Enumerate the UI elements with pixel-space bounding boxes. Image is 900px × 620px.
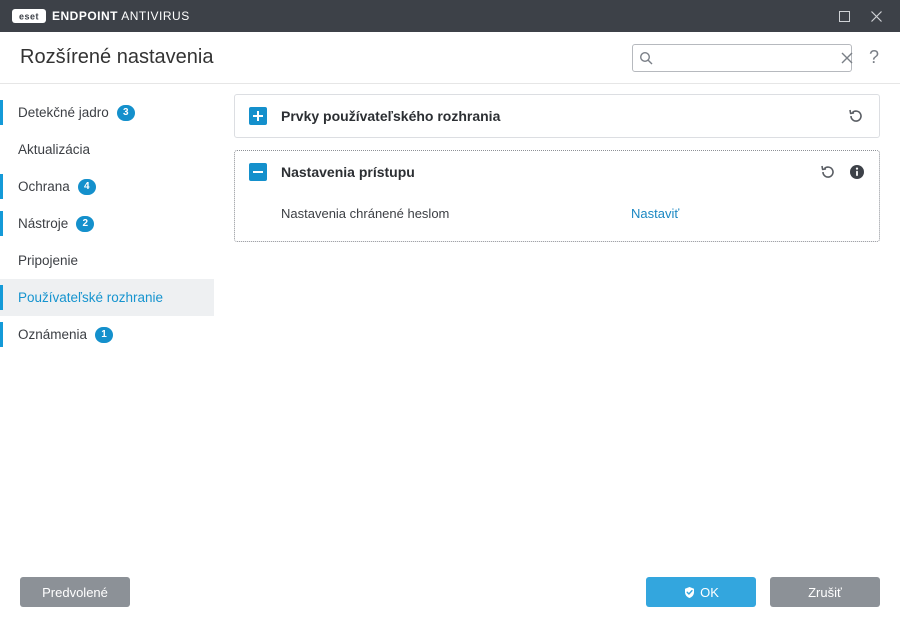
setting-action-link[interactable]: Nastaviť [631,206,679,221]
sidebar-item-user-interface[interactable]: Používateľské rozhranie [0,279,214,316]
sidebar-badge: 4 [78,179,96,195]
sidebar-item-connection[interactable]: Pripojenie [0,242,214,279]
sidebar-item-label: Nástroje [18,216,68,231]
sidebar-item-tools[interactable]: Nástroje 2 [0,205,214,242]
expand-icon [249,107,267,125]
default-button[interactable]: Predvolené [20,577,130,607]
search-input[interactable] [653,50,841,65]
sidebar-item-label: Aktualizácia [18,142,90,157]
panel-body-access-settings: Nastavenia chránené heslom Nastaviť [235,193,879,241]
titlebar: eset ENDPOINT ANTIVIRUS [0,0,900,32]
sidebar-item-label: Detekčné jadro [18,105,109,120]
panel-access-settings: Nastavenia prístupu Na [234,150,880,242]
search-box[interactable] [632,44,852,72]
app-title: ENDPOINT ANTIVIRUS [52,9,190,23]
header: Rozšírené nastavenia ? [0,32,900,84]
sidebar-item-update[interactable]: Aktualizácia [0,131,214,168]
sidebar-item-label: Používateľské rozhranie [18,290,163,305]
panel-header-ui-elements[interactable]: Prvky používateľského rozhrania [235,95,879,137]
search-clear-icon[interactable] [841,52,853,64]
sidebar-item-detection-core[interactable]: Detekčné jadro 3 [0,94,214,131]
panel-ui-elements: Prvky používateľského rozhrania [234,94,880,138]
setting-row-password-protected: Nastavenia chránené heslom Nastaviť [281,199,865,227]
search-icon [639,51,653,65]
sidebar-badge: 3 [117,105,135,121]
reset-icon[interactable] [847,107,865,125]
svg-text:eset: eset [19,12,39,22]
shield-icon [683,586,696,599]
collapse-icon [249,163,267,181]
content: Prvky používateľského rozhrania [214,84,900,564]
reset-icon[interactable] [819,163,837,181]
sidebar-item-protection[interactable]: Ochrana 4 [0,168,214,205]
sidebar-item-label: Oznámenia [18,327,87,342]
panel-header-access-settings[interactable]: Nastavenia prístupu [235,151,879,193]
sidebar: Detekčné jadro 3 Aktualizácia Ochrana 4 … [0,84,214,564]
help-button[interactable]: ? [864,47,884,68]
sidebar-badge: 1 [95,327,113,343]
maximize-button[interactable] [828,0,860,32]
info-icon[interactable] [849,164,865,180]
cancel-button[interactable]: Zrušiť [770,577,880,607]
sidebar-item-label: Pripojenie [18,253,78,268]
page-title: Rozšírené nastavenia [20,46,213,69]
ok-button[interactable]: OK [646,577,756,607]
footer: Predvolené OK Zrušiť [0,564,900,620]
panel-title: Nastavenia prístupu [281,164,807,180]
sidebar-item-notifications[interactable]: Oznámenia 1 [0,316,214,353]
panel-title: Prvky používateľského rozhrania [281,108,835,124]
sidebar-badge: 2 [76,216,94,232]
brand-logo: eset [12,9,46,23]
sidebar-item-label: Ochrana [18,179,70,194]
close-button[interactable] [860,0,892,32]
setting-label: Nastavenia chránené heslom [281,206,631,221]
